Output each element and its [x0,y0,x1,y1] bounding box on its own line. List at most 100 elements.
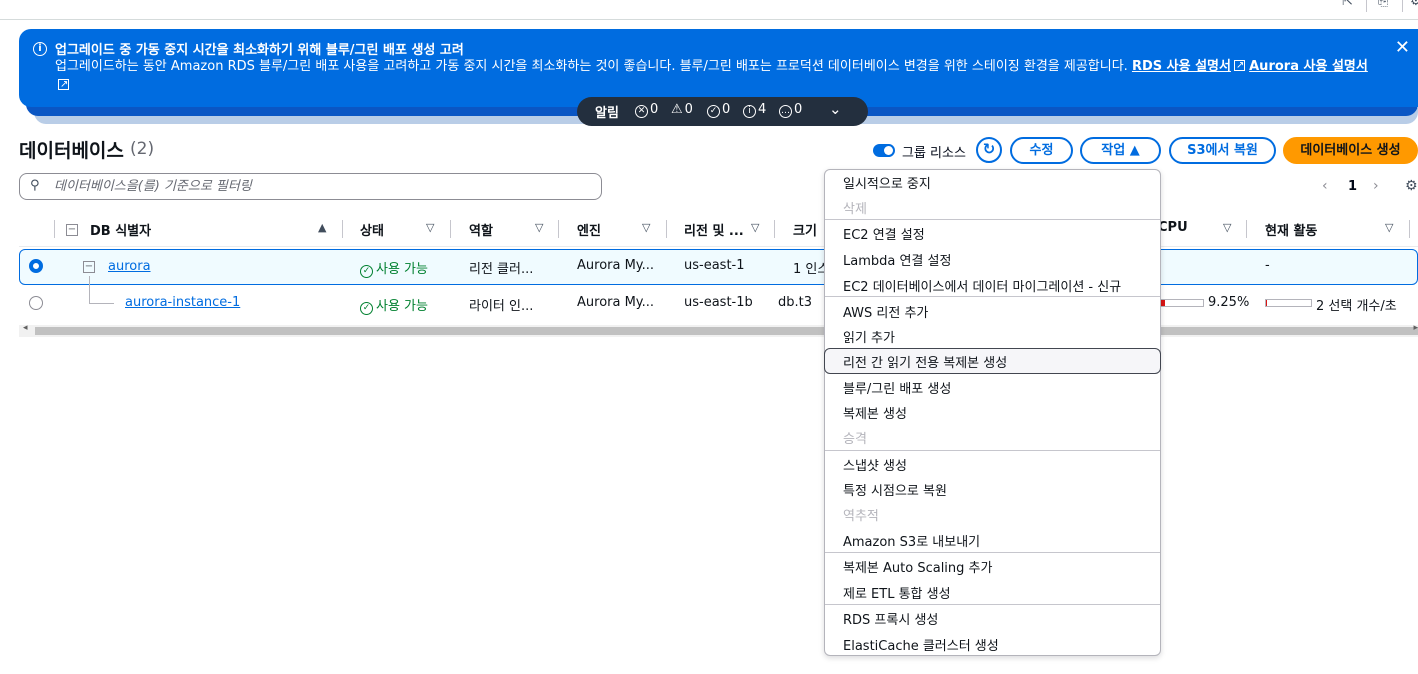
rds-guide-link[interactable]: RDS 사용 설명서 [1132,59,1231,74]
sort-asc-icon[interactable]: ▲ [318,221,326,234]
col-engine[interactable]: 엔진 [577,220,601,239]
db-identifier-text[interactable]: aurora [108,259,151,274]
menu-item-stop-temporarily[interactable]: 일시적으로 중지 [843,173,931,192]
error-icon: ✕ [635,105,648,118]
page-title: 데이터베이스 [19,140,124,162]
menu-item-export-s3[interactable]: Amazon S3로 내보내기 [843,531,980,550]
column-divider[interactable] [342,220,343,238]
toolbar-divider [1366,0,1367,12]
col-region[interactable]: 리전 및 ... [684,220,744,239]
role-cell: 리전 클러... [469,262,534,277]
column-divider[interactable] [450,220,451,238]
menu-item-cross-region-replica[interactable]: 리전 간 읽기 전용 복제본 생성 [843,352,1007,371]
export-icon[interactable]: ⎘ [1378,0,1388,9]
menu-item-add-region[interactable]: AWS 리전 추가 [843,302,928,321]
scroll-left-icon[interactable]: ◂ [23,323,28,333]
col-db-identifier[interactable]: DB 식별자 [90,220,151,239]
settings-icon[interactable]: ⚙ [1410,0,1418,9]
row-radio-selected[interactable] [29,259,43,273]
preferences-gear-icon[interactable]: ⚙ [1405,178,1418,194]
sort-icon[interactable]: ▽ [642,221,650,234]
sort-icon[interactable]: ▽ [535,221,543,234]
activity-cell: - [1265,258,1270,273]
page-number[interactable]: 1 [1348,179,1357,194]
menu-item-backtrack: 역추적 [843,509,879,524]
top-toolbar: ⇱ ⎘ ⚙ [0,0,1418,20]
actions-menu: 일시적으로 중지 삭제 EC2 연결 설정 Lambda 연결 설정 EC2 데… [824,169,1161,656]
split-view-icon[interactable]: ⇱ [1342,0,1353,9]
prev-page-icon[interactable]: ‹ [1322,178,1328,194]
notification-label: 알림 [595,106,619,121]
row-radio[interactable] [29,296,43,310]
column-divider [54,220,55,238]
menu-item-replica-autoscaling[interactable]: 복제본 Auto Scaling 추가 [843,557,992,576]
info-icon: i [33,42,47,56]
col-size[interactable]: 크기 [793,220,817,239]
sort-icon[interactable]: ▽ [1385,221,1393,234]
cpu-bar [1160,299,1204,307]
sort-icon[interactable]: ▽ [751,221,759,234]
menu-item-lambda-connection[interactable]: Lambda 연결 설정 [843,250,951,269]
flash-body-text: 업그레이드하는 동안 Amazon RDS 블루/그린 배포 사용을 고려하고 … [55,59,1132,74]
column-divider[interactable] [1246,220,1247,238]
menu-item-point-in-time[interactable]: 특정 시점으로 복원 [843,480,947,499]
col-role[interactable]: 역할 [469,220,493,239]
column-divider[interactable] [1409,220,1410,238]
scrollbar-thumb[interactable] [35,327,1418,335]
region-cell: us-east-1b [684,295,753,310]
flash-body: 업그레이드하는 동안 Amazon RDS 블루/그린 배포 사용을 고려하고 … [55,56,1375,95]
close-icon[interactable]: ✕ [1395,37,1410,58]
menu-item-ec2-connection[interactable]: EC2 연결 설정 [843,224,925,243]
menu-item-blue-green[interactable]: 블루/그린 배포 생성 [843,378,951,397]
toolbar-divider [1402,0,1403,12]
sort-icon[interactable]: ▽ [1223,221,1231,234]
col-status[interactable]: 상태 [360,220,384,239]
search-input[interactable] [52,176,592,196]
db-identifier-text[interactable]: aurora-instance-1 [125,295,240,310]
menu-item-add-reader[interactable]: 읽기 추가 [843,327,895,346]
search-icon: ⚲ [30,178,40,193]
filter-search[interactable]: ⚲ [19,173,602,200]
warning-count: ⚠ 0 [671,102,693,117]
col-current-activity[interactable]: 현재 활동 [1265,220,1317,239]
sort-icon[interactable]: ▽ [426,221,434,234]
chevron-down-icon[interactable]: ⌄ [829,100,842,118]
menu-divider [825,219,1160,220]
menu-item-elasticache[interactable]: ElastiCache 클러스터 생성 [843,635,999,654]
tree-connector [89,303,114,304]
region-cell: us-east-1 [684,258,745,273]
menu-item-rds-proxy[interactable]: RDS 프록시 생성 [843,609,938,628]
column-divider[interactable] [774,220,775,238]
column-divider[interactable] [558,220,559,238]
group-resources-toggle[interactable] [873,144,895,157]
db-identifier-link[interactable]: aurora [108,259,151,274]
activity-cell: 2 선택 개수/초 [1316,299,1397,314]
next-page-icon[interactable]: › [1373,178,1379,194]
menu-item-snapshot[interactable]: 스냅샷 생성 [843,455,907,474]
collapse-row-icon[interactable]: − [83,261,95,273]
menu-item-create-clone[interactable]: 복제본 생성 [843,403,907,422]
column-divider[interactable] [666,220,667,238]
external-link-icon [1233,56,1245,75]
actions-button[interactable]: 작업 ▲ [1080,137,1161,164]
success-count-value: 0 [722,102,731,117]
tree-connector [89,276,90,303]
aurora-guide-link[interactable]: Aurora 사용 설명서 [1249,59,1368,74]
db-identifier-link[interactable]: aurora-instance-1 [125,295,240,310]
restore-from-s3-button[interactable]: S3에서 복원 [1169,137,1276,164]
scroll-right-icon[interactable]: ▸ [1413,323,1418,333]
collapse-all-icon[interactable]: − [66,224,78,236]
header-divider [19,246,1418,247]
info-count-value: 4 [758,102,767,117]
modify-button[interactable]: 수정 [1010,137,1073,164]
col-cpu[interactable]: CPU [1158,220,1188,235]
cpu-cell: 9.25% [1208,295,1250,310]
horizontal-scrollbar[interactable]: ◂ ▸ [19,323,1418,337]
refresh-button[interactable]: ↻ [976,137,1002,163]
warning-count-value: 0 [684,102,693,117]
create-database-button[interactable]: 데이터베이스 생성 [1283,137,1418,164]
menu-item-zero-etl[interactable]: 제로 ETL 통합 생성 [843,583,951,602]
activity-bar-fill [1266,300,1267,306]
menu-item-migrate-data[interactable]: EC2 데이터베이스에서 데이터 마이그레이션 - 신규 [843,276,1121,295]
notification-bar[interactable]: 알림 ✕ 0 ⚠ 0 ✓ 0 i4 … 0 ⌄ [577,97,868,126]
